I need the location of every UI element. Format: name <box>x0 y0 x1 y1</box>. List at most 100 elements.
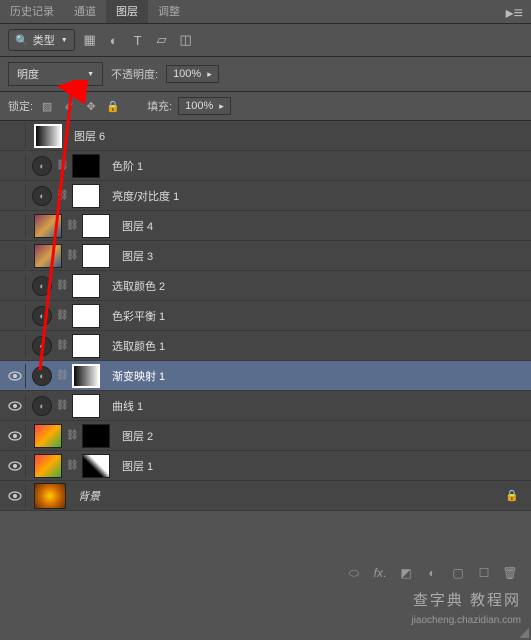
layer-row[interactable]: 图层 6 <box>0 121 531 151</box>
link-icon: ⛓ <box>56 280 68 291</box>
layer-name[interactable]: 亮度/对比度 1 <box>112 188 179 204</box>
visibility-toggle[interactable] <box>4 394 26 418</box>
layer-name[interactable]: 选取颜色 1 <box>112 338 165 354</box>
mask-thumbnail[interactable] <box>82 454 110 478</box>
layer-thumbnail[interactable] <box>34 424 62 448</box>
lock-icon: 🔒 <box>505 489 519 502</box>
link-icon: ⛓ <box>66 460 78 471</box>
layer-name[interactable]: 图层 2 <box>122 428 153 444</box>
layer-row[interactable]: ⛓ 图层 2 <box>0 421 531 451</box>
mask-thumbnail[interactable] <box>82 424 110 448</box>
blend-mode-value: 明度 <box>17 66 39 82</box>
mask-thumbnail[interactable] <box>72 154 100 178</box>
layer-name[interactable]: 渐变映射 1 <box>112 368 165 384</box>
tab-history[interactable]: 历史记录 <box>0 0 64 23</box>
visibility-toggle[interactable] <box>4 454 26 478</box>
layer-row[interactable]: ◐ ⛓ 曲线 1 <box>0 391 531 421</box>
link-icon: ⛓ <box>56 400 68 411</box>
fill-input[interactable]: 100% <box>178 97 231 115</box>
visibility-toggle[interactable] <box>4 244 26 268</box>
fx-icon[interactable]: fx. <box>371 564 389 582</box>
layer-name[interactable]: 色彩平衡 1 <box>112 308 165 324</box>
mask-thumbnail[interactable] <box>72 364 100 388</box>
visibility-toggle[interactable] <box>4 184 26 208</box>
mask-thumbnail[interactable] <box>82 214 110 238</box>
link-icon: ⛓ <box>66 430 78 441</box>
lock-position-icon[interactable]: ✥ <box>83 98 99 114</box>
visibility-toggle[interactable] <box>4 214 26 238</box>
mask-thumbnail[interactable] <box>72 304 100 328</box>
mask-thumbnail[interactable] <box>72 334 100 358</box>
tab-adjustments[interactable]: 调整 <box>148 0 190 23</box>
visibility-toggle[interactable] <box>4 484 26 508</box>
layer-name[interactable]: 图层 4 <box>122 218 153 234</box>
layer-thumbnail[interactable] <box>34 214 62 238</box>
layer-name[interactable]: 图层 3 <box>122 248 153 264</box>
layer-row[interactable]: ◐ ⛓ 选取颜色 2 <box>0 271 531 301</box>
adjustment-icon: ◐ <box>32 396 52 416</box>
panel-menu-icon[interactable]: ▸≡ <box>498 0 531 23</box>
blend-mode-dropdown[interactable]: 明度 <box>8 62 103 86</box>
mask-thumbnail[interactable] <box>72 274 100 298</box>
visibility-toggle[interactable] <box>4 364 26 388</box>
layer-row[interactable]: ⛓ 图层 1 <box>0 451 531 481</box>
adjustment-icon: ◐ <box>32 306 52 326</box>
layer-row[interactable]: ◐⛓亮度/对比度 1 <box>0 181 531 211</box>
layer-row[interactable]: ◐⛓渐变映射 1 <box>0 361 531 391</box>
layer-row[interactable]: ◐⛓色阶 1 <box>0 151 531 181</box>
lock-transparency-icon[interactable]: ▨ <box>39 98 55 114</box>
layer-row[interactable]: ⛓ 图层 3 <box>0 241 531 271</box>
visibility-toggle[interactable] <box>4 424 26 448</box>
layer-name[interactable]: 色阶 1 <box>112 158 143 174</box>
new-group-icon[interactable]: ▢ <box>449 564 467 582</box>
filter-type-icon[interactable]: T <box>129 31 147 49</box>
filter-pixel-icon[interactable]: ▦ <box>81 31 99 49</box>
layer-row[interactable]: ⛓图层 4 <box>0 211 531 241</box>
fill-value: 100% <box>185 100 213 112</box>
layer-row[interactable]: ◐⛓选取颜色 1 <box>0 331 531 361</box>
new-layer-icon[interactable]: ☐ <box>475 564 493 582</box>
layers-list: 图层 6◐⛓色阶 1◐⛓亮度/对比度 1⛓图层 4⛓图层 3◐⛓选取颜色 2◐⛓… <box>0 121 531 511</box>
filter-shape-icon[interactable]: ▱ <box>153 31 171 49</box>
mask-thumbnail[interactable] <box>82 244 110 268</box>
filter-adjustment-icon[interactable]: ◐ <box>105 31 123 49</box>
layer-thumbnail[interactable] <box>34 483 66 509</box>
layer-row[interactable]: ◐⛓色彩平衡 1 <box>0 301 531 331</box>
visibility-toggle[interactable] <box>4 124 26 148</box>
lock-label: 锁定: <box>8 98 33 114</box>
layer-name[interactable]: 曲线 1 <box>112 398 143 414</box>
layer-thumbnail[interactable] <box>34 244 62 268</box>
layer-name[interactable]: 图层 1 <box>122 458 153 474</box>
tab-channels[interactable]: 通道 <box>64 0 106 23</box>
layer-thumbnail[interactable] <box>34 454 62 478</box>
opacity-input[interactable]: 100% <box>166 65 219 83</box>
delete-layer-icon[interactable]: 🗑 <box>501 564 519 582</box>
add-mask-icon[interactable]: ◩ <box>397 564 415 582</box>
link-icon: ⛓ <box>66 250 78 261</box>
mask-thumbnail[interactable] <box>72 394 100 418</box>
filter-type-dropdown[interactable]: 🔍 类型 <box>8 29 75 51</box>
visibility-toggle[interactable] <box>4 334 26 358</box>
link-layers-icon[interactable]: ⬭ <box>345 564 363 582</box>
new-adjustment-icon[interactable]: ◐ <box>423 564 441 582</box>
adjustment-icon: ◐ <box>32 276 52 296</box>
link-icon: ⛓ <box>56 370 68 381</box>
resize-corner[interactable] <box>519 628 529 638</box>
link-icon: ⛓ <box>56 160 68 171</box>
layer-row[interactable]: 背景 🔒 <box>0 481 531 511</box>
filter-smart-icon[interactable]: ◫ <box>177 31 195 49</box>
filter-type-label: 类型 <box>33 32 55 48</box>
layer-name[interactable]: 选取颜色 2 <box>112 278 165 294</box>
eye-icon <box>8 491 22 501</box>
visibility-toggle[interactable] <box>4 274 26 298</box>
layer-thumbnail[interactable] <box>34 124 62 148</box>
mask-thumbnail[interactable] <box>72 184 100 208</box>
layer-name[interactable]: 图层 6 <box>74 128 105 144</box>
visibility-toggle[interactable] <box>4 304 26 328</box>
lock-all-icon[interactable]: 🔒 <box>105 98 121 114</box>
lock-brush-icon[interactable]: ✐ <box>61 98 77 114</box>
visibility-toggle[interactable] <box>4 154 26 178</box>
tab-layers[interactable]: 图层 <box>106 0 148 23</box>
search-icon: 🔍 <box>15 34 29 47</box>
layer-name[interactable]: 背景 <box>78 488 100 504</box>
